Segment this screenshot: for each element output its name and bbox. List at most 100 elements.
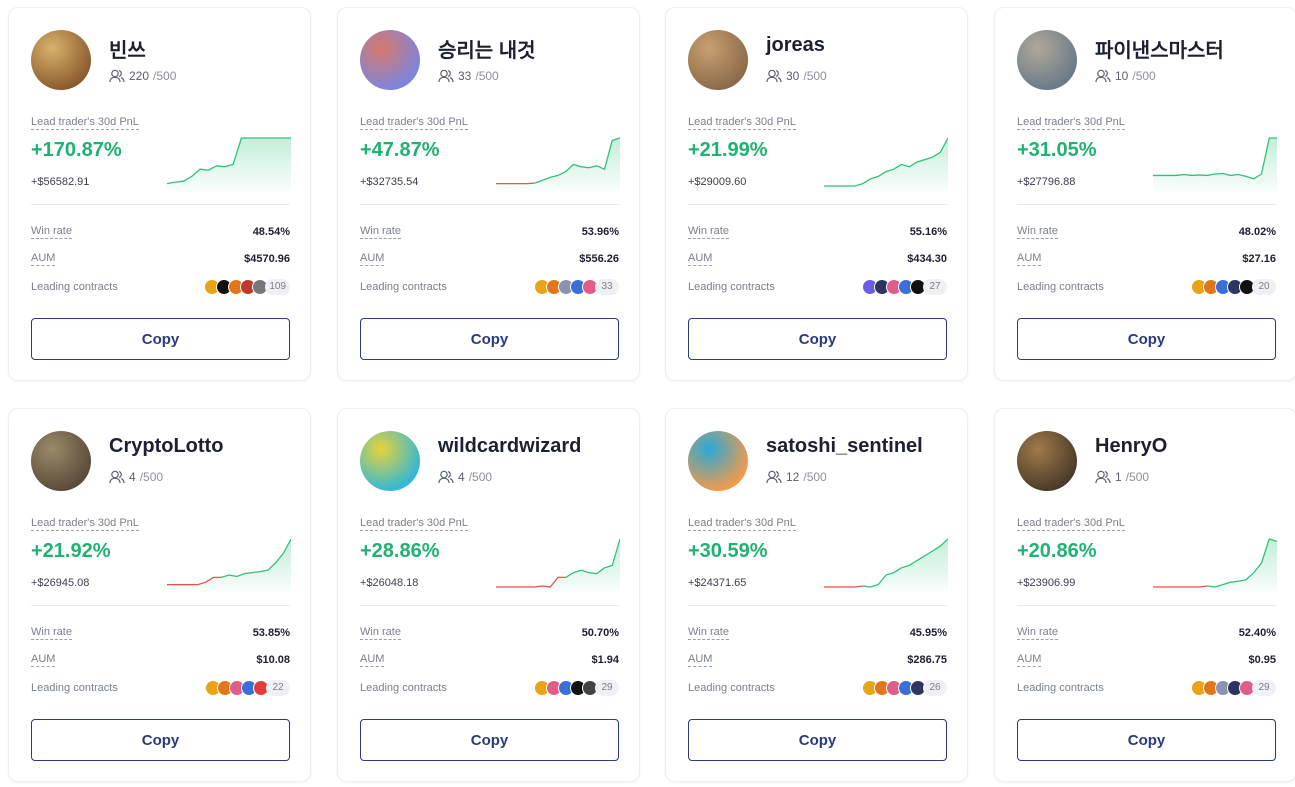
avatar[interactable] (688, 30, 748, 90)
trader-name[interactable]: CryptoLotto (109, 435, 223, 458)
more-contracts-count[interactable]: 29 (1252, 680, 1276, 696)
more-contracts-count[interactable]: 109 (265, 279, 290, 295)
pnl-label[interactable]: Lead trader's 30d PnL (688, 517, 796, 531)
win-rate-label[interactable]: Win rate (1017, 626, 1058, 640)
avatar[interactable] (360, 431, 420, 491)
trader-name[interactable]: 빈쓰 (109, 34, 146, 63)
aum-label[interactable]: AUM (1017, 252, 1042, 266)
copier-max: /500 (1125, 470, 1150, 484)
pnl-label[interactable]: Lead trader's 30d PnL (360, 517, 468, 531)
aum-label[interactable]: AUM (360, 653, 385, 667)
win-rate-label[interactable]: Win rate (1017, 225, 1058, 239)
trader-card[interactable]: 파이낸스마스터 10/500 Lead trader's 30d PnL +31… (994, 7, 1295, 381)
win-rate-label[interactable]: Win rate (31, 626, 72, 640)
aum-label[interactable]: AUM (1017, 653, 1042, 667)
win-rate-label[interactable]: Win rate (31, 225, 72, 239)
pnl-percent: +20.86% (1017, 540, 1097, 562)
trader-card[interactable]: joreas 30/500 Lead trader's 30d PnL +21.… (665, 7, 968, 381)
copier-current: 4 (129, 470, 136, 484)
win-rate-label[interactable]: Win rate (360, 626, 401, 640)
avatar[interactable] (688, 431, 748, 491)
aum-value: $4570.96 (244, 253, 290, 265)
pnl-sparkline (496, 538, 620, 593)
more-contracts-count[interactable]: 33 (595, 279, 619, 295)
users-icon (438, 69, 454, 83)
aum-row: AUM $286.75 (688, 653, 947, 667)
more-contracts-count[interactable]: 26 (923, 680, 947, 696)
trader-card[interactable]: 빈쓰 220/500 Lead trader's 30d PnL +170.87… (8, 7, 311, 381)
aum-label[interactable]: AUM (688, 653, 713, 667)
trader-card[interactable]: satoshi_sentinel 12/500 Lead trader's 30… (665, 408, 968, 782)
leading-contracts-label: Leading contracts (31, 682, 118, 694)
more-contracts-count[interactable]: 20 (1252, 279, 1276, 295)
sparkline-line (1153, 137, 1277, 180)
win-rate-value: 52.40% (1238, 627, 1276, 639)
trader-name[interactable]: wildcardwizard (438, 435, 581, 458)
trader-name[interactable]: HenryO (1095, 435, 1167, 458)
win-rate-label[interactable]: Win rate (688, 225, 729, 239)
aum-label[interactable]: AUM (688, 252, 713, 266)
copier-max: /500 (468, 470, 493, 484)
pnl-percent: +21.92% (31, 540, 111, 562)
pnl-sparkline (1153, 137, 1277, 192)
avatar[interactable] (31, 30, 91, 90)
copier-count: 10/500 (1095, 69, 1156, 83)
more-contracts-count[interactable]: 27 (923, 279, 947, 295)
trader-name[interactable]: satoshi_sentinel (766, 435, 923, 458)
pnl-label[interactable]: Lead trader's 30d PnL (688, 116, 796, 130)
win-rate-row: Win rate 55.16% (688, 225, 947, 239)
coin-icons: 26 (862, 680, 947, 696)
win-rate-label[interactable]: Win rate (360, 225, 401, 239)
aum-label[interactable]: AUM (360, 252, 385, 266)
copier-current: 220 (129, 69, 150, 83)
copy-button[interactable]: Copy (1017, 719, 1276, 761)
users-icon (766, 69, 782, 83)
copy-button[interactable]: Copy (360, 719, 619, 761)
avatar[interactable] (31, 431, 91, 491)
pnl-label[interactable]: Lead trader's 30d PnL (1017, 517, 1125, 531)
avatar[interactable] (1017, 431, 1077, 491)
copy-button[interactable]: Copy (688, 318, 947, 360)
copier-current: 30 (786, 69, 800, 83)
win-rate-row: Win rate 48.02% (1017, 225, 1276, 239)
trader-card[interactable]: HenryO 1/500 Lead trader's 30d PnL +20.8… (994, 408, 1295, 782)
divider (360, 204, 619, 205)
aum-row: AUM $27.16 (1017, 252, 1276, 266)
leading-contracts-label: Leading contracts (688, 281, 775, 293)
pnl-label[interactable]: Lead trader's 30d PnL (360, 116, 468, 130)
pnl-sparkline (167, 137, 291, 192)
more-contracts-count[interactable]: 22 (266, 680, 290, 696)
trader-card[interactable]: CryptoLotto 4/500 Lead trader's 30d PnL … (8, 408, 311, 782)
win-rate-label[interactable]: Win rate (688, 626, 729, 640)
avatar[interactable] (360, 30, 420, 90)
copy-button[interactable]: Copy (688, 719, 947, 761)
trader-name[interactable]: joreas (766, 34, 825, 57)
more-contracts-count[interactable]: 29 (595, 680, 619, 696)
aum-value: $10.08 (256, 654, 290, 666)
pnl-label[interactable]: Lead trader's 30d PnL (1017, 116, 1125, 130)
coin-icons: 33 (534, 279, 619, 295)
leading-contracts-row: Leading contracts 29 (1017, 680, 1276, 696)
leading-contracts-row: Leading contracts 27 (688, 279, 947, 295)
divider (360, 605, 619, 606)
pnl-label[interactable]: Lead trader's 30d PnL (31, 116, 139, 130)
users-icon (438, 470, 454, 484)
avatar[interactable] (1017, 30, 1077, 90)
users-icon (109, 69, 125, 83)
pnl-label[interactable]: Lead trader's 30d PnL (31, 517, 139, 531)
copy-button[interactable]: Copy (1017, 318, 1276, 360)
copier-count: 220/500 (109, 69, 176, 83)
win-rate-row: Win rate 48.54% (31, 225, 290, 239)
copy-button[interactable]: Copy (360, 318, 619, 360)
users-icon (109, 470, 125, 484)
copy-button[interactable]: Copy (31, 719, 290, 761)
trader-name[interactable]: 승리는 내것 (438, 34, 536, 63)
aum-label[interactable]: AUM (31, 653, 56, 667)
aum-label[interactable]: AUM (31, 252, 56, 266)
trader-card[interactable]: wildcardwizard 4/500 Lead trader's 30d P… (337, 408, 640, 782)
copier-current: 33 (458, 69, 472, 83)
trader-name[interactable]: 파이낸스마스터 (1095, 34, 1224, 63)
copy-button[interactable]: Copy (31, 318, 290, 360)
coin-icons: 109 (204, 279, 290, 295)
trader-card[interactable]: 승리는 내것 33/500 Lead trader's 30d PnL +47.… (337, 7, 640, 381)
